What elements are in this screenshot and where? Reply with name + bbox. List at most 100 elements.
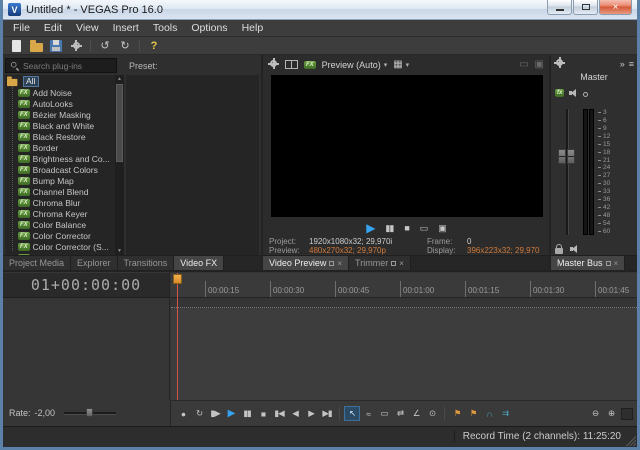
- menu-item[interactable]: Tools: [146, 20, 185, 36]
- plugin-item[interactable]: FX Color Balance: [5, 219, 115, 230]
- play-from-start-button[interactable]: ▮▶: [207, 406, 223, 421]
- menu-item[interactable]: Edit: [37, 20, 69, 36]
- next-frame-button[interactable]: ▶: [303, 406, 319, 421]
- go-to-end-button[interactable]: ▶▮: [319, 406, 335, 421]
- menu-item[interactable]: Insert: [106, 20, 146, 36]
- solo-button[interactable]: [583, 84, 588, 102]
- resize-grip[interactable]: [624, 434, 636, 446]
- plugin-item[interactable]: FX Chroma Blur: [5, 197, 115, 208]
- overlays-dropdown[interactable]: ▦ ▾: [393, 60, 409, 70]
- scroll-down-icon[interactable]: ▼: [115, 247, 124, 255]
- normal-edit-tool-button[interactable]: ↖: [344, 406, 360, 421]
- preview-quality-dropdown[interactable]: Preview (Auto) ▾: [322, 60, 388, 70]
- pause-button[interactable]: ▮▮: [239, 406, 255, 421]
- zoom-edit-tool-button[interactable]: ⊙: [424, 406, 440, 421]
- menu-item[interactable]: Help: [235, 20, 271, 36]
- selection-edit-tool-button[interactable]: ▭: [376, 406, 392, 421]
- plugin-item[interactable]: FX Broadcast Colors: [5, 164, 115, 175]
- insert-region-button[interactable]: ⚑: [465, 406, 481, 421]
- dock-tab[interactable]: Explorer: [71, 256, 118, 270]
- downmix-output-button[interactable]: »: [620, 60, 625, 69]
- zoom-out-button[interactable]: ⊖: [587, 406, 603, 421]
- auto-ripple-button[interactable]: ⇉: [497, 406, 513, 421]
- video-output-fx-button[interactable]: FX: [304, 61, 316, 69]
- preview-play-button[interactable]: ▶: [366, 222, 374, 234]
- master-bus-tab[interactable]: Master Bus ×: [551, 256, 625, 270]
- trimmer-tab[interactable]: Trimmer ×: [349, 256, 411, 270]
- plugin-item[interactable]: FX Chroma Keyer: [5, 208, 115, 219]
- loop-playback-button[interactable]: ↻: [191, 406, 207, 421]
- dock-tab[interactable]: Transitions: [118, 256, 175, 270]
- preview-pause-button[interactable]: ▮▮: [385, 224, 393, 233]
- plugin-root-item[interactable]: All: [5, 75, 115, 87]
- redo-button[interactable]: ↻: [116, 38, 134, 54]
- plugin-item[interactable]: FX Bézier Masking: [5, 109, 115, 120]
- marker-bar[interactable]: [171, 298, 637, 308]
- dock-tab[interactable]: Project Media: [3, 256, 71, 270]
- rate-slider-thumb[interactable]: [86, 408, 93, 417]
- video-preview-tab[interactable]: Video Preview ×: [263, 256, 349, 270]
- timeline-scroll-corner[interactable]: [621, 408, 633, 420]
- previous-frame-button[interactable]: ◀: [287, 406, 303, 421]
- scrollbar-thumb[interactable]: [116, 84, 123, 162]
- pin-icon[interactable]: [329, 261, 334, 266]
- scroll-up-icon[interactable]: ▲: [115, 75, 124, 83]
- timecode-display[interactable]: 01+00:00:00: [3, 273, 169, 298]
- play-button[interactable]: ▶: [223, 406, 239, 421]
- enable-snapping-button[interactable]: ∩: [481, 406, 497, 421]
- mixer-controls-button[interactable]: ≡: [629, 60, 634, 69]
- dock-tab[interactable]: Video FX: [174, 256, 224, 270]
- envelope-edit-tool-button[interactable]: ≈: [360, 406, 376, 421]
- plugin-item[interactable]: FX Add Noise: [5, 87, 115, 98]
- plugin-item[interactable]: FX Color Corrector: [5, 230, 115, 241]
- maximize-button[interactable]: [573, 0, 598, 15]
- track-area[interactable]: [171, 308, 637, 400]
- titlebar[interactable]: V Untitled * - VEGAS Pro 16.0 ×: [3, 0, 637, 20]
- split-trim-tool-button[interactable]: ∠: [408, 406, 424, 421]
- minimize-button[interactable]: [547, 0, 572, 15]
- insert-fx-button[interactable]: fx: [555, 89, 564, 97]
- pin-icon[interactable]: [391, 261, 396, 266]
- lock-icon[interactable]: [555, 248, 563, 254]
- rate-slider[interactable]: [64, 407, 116, 418]
- fader-handle-left[interactable]: [558, 149, 566, 164]
- insert-marker-button[interactable]: ⚑: [449, 406, 465, 421]
- slip-edit-tool-button[interactable]: ⇄: [392, 406, 408, 421]
- zoom-in-button[interactable]: ⊕: [603, 406, 619, 421]
- pin-icon[interactable]: [606, 261, 611, 266]
- plugin-item[interactable]: FX Channel Blend: [5, 186, 115, 197]
- close-tab-icon[interactable]: ×: [337, 259, 342, 268]
- plugin-item[interactable]: FX Color Corrector (S...: [5, 241, 115, 252]
- plugin-search-box[interactable]: [5, 58, 117, 73]
- plugin-item[interactable]: FX Border: [5, 142, 115, 153]
- save-button[interactable]: [47, 38, 65, 54]
- plugin-list-scrollbar[interactable]: ▲ ▼: [115, 75, 124, 255]
- close-tab-icon[interactable]: ×: [399, 259, 404, 268]
- interactive-tutorials-button[interactable]: ?: [145, 38, 163, 54]
- close-tab-icon[interactable]: ×: [614, 259, 619, 268]
- menu-item[interactable]: File: [6, 20, 37, 36]
- fader-handle-right[interactable]: [567, 149, 575, 164]
- go-to-start-button[interactable]: ▮◀: [271, 406, 287, 421]
- timeline-ruler[interactable]: 00:00:1500:00:3000:00:4500:01:0000:01:15…: [171, 273, 637, 298]
- plugin-item[interactable]: FX Brightness and Co...: [5, 153, 115, 164]
- record-button[interactable]: ●: [175, 406, 191, 421]
- close-button[interactable]: ×: [599, 0, 632, 15]
- copy-snapshot-button[interactable]: ▭: [420, 224, 428, 233]
- mute-button[interactable]: [569, 84, 578, 102]
- plugin-item[interactable]: FX AutoLooks: [5, 98, 115, 109]
- undo-button[interactable]: ↺: [96, 38, 114, 54]
- stop-button[interactable]: ■: [255, 406, 271, 421]
- preview-stop-button[interactable]: ■: [404, 224, 408, 233]
- master-volume-fader[interactable]: [557, 107, 577, 237]
- open-button[interactable]: [27, 38, 45, 54]
- speaker-icon[interactable]: [570, 245, 579, 254]
- plugin-item[interactable]: FX Black Restore: [5, 131, 115, 142]
- split-screen-view-button[interactable]: [285, 56, 298, 74]
- preview-properties-button[interactable]: [268, 56, 279, 74]
- new-project-button[interactable]: [7, 38, 25, 54]
- project-properties-button[interactable]: [67, 38, 85, 54]
- menu-item[interactable]: View: [69, 20, 106, 36]
- timeline-cursor-marker[interactable]: [173, 274, 182, 284]
- plugin-list[interactable]: All FX Add Noise FX AutoLooks: [5, 75, 115, 255]
